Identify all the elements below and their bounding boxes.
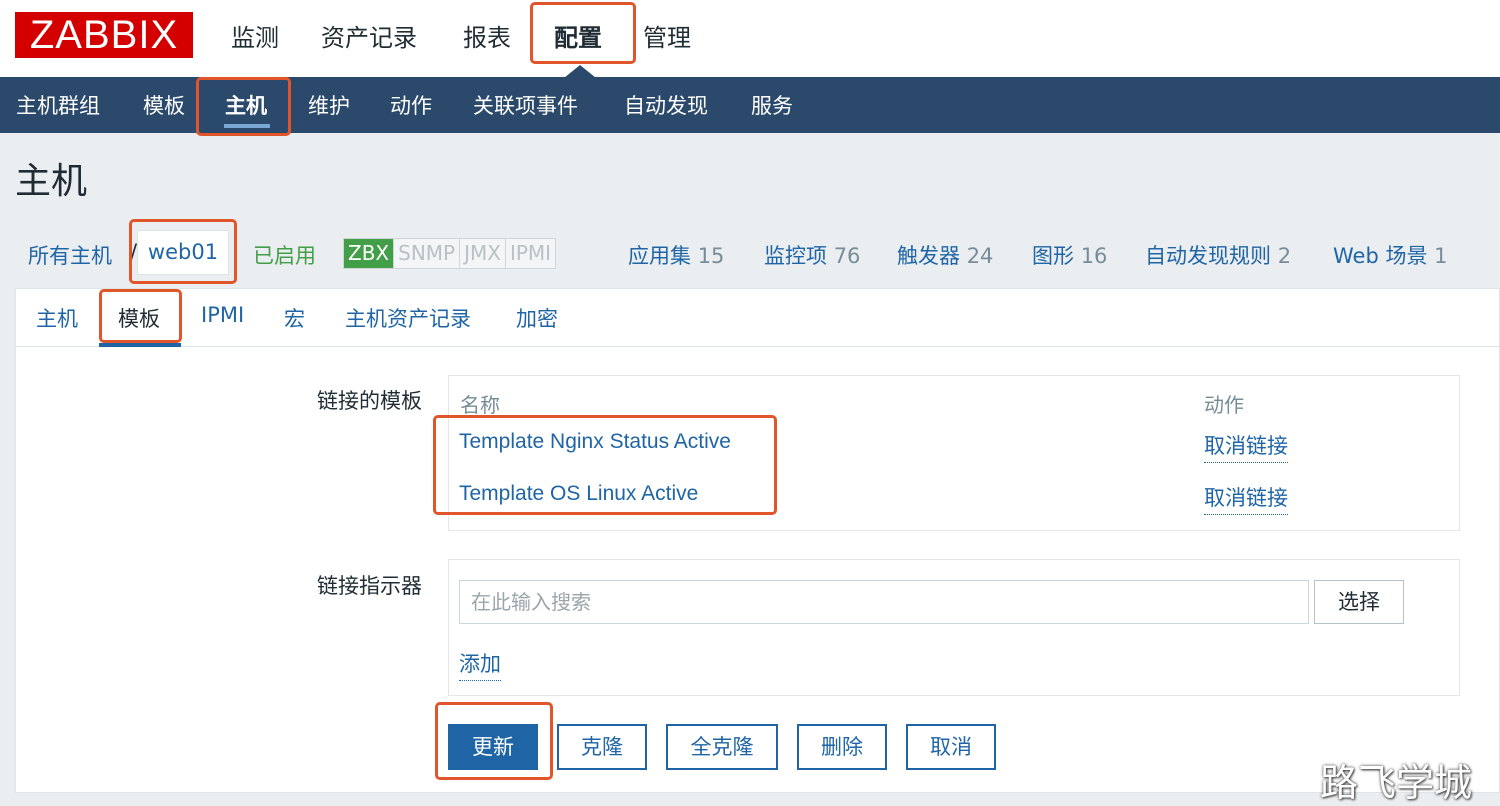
subnav-discovery[interactable]: 自动发现: [624, 90, 708, 120]
tab-ipmi[interactable]: IPMI: [201, 303, 244, 327]
template-link[interactable]: Template OS Linux Active: [459, 482, 698, 506]
page-title: 主机: [15, 161, 88, 202]
jmx-badge: JMX: [460, 239, 506, 268]
delete-button[interactable]: 删除: [797, 724, 887, 770]
zbx-badge: ZBX: [344, 239, 395, 268]
tab-templates[interactable]: 模板: [118, 303, 160, 333]
web-scenarios-link[interactable]: Web 场景 1: [1333, 240, 1448, 270]
applications-count: 15: [697, 244, 725, 268]
triggers-count: 24: [966, 244, 994, 268]
applications-link[interactable]: 应用集 15: [628, 240, 724, 270]
subnav-active-indicator: [224, 124, 270, 128]
graphs-count: 16: [1080, 244, 1108, 268]
zabbix-logo[interactable]: ZABBIX: [15, 12, 193, 58]
add-link[interactable]: 添加: [459, 648, 501, 681]
cancel-button[interactable]: 取消: [906, 724, 996, 770]
subnav-hosts[interactable]: 主机: [225, 90, 267, 120]
watermark: 路飞学城: [1320, 761, 1473, 805]
template-link[interactable]: Template Nginx Status Active: [459, 430, 731, 454]
subnav-templates[interactable]: 模板: [143, 90, 185, 120]
subnav-actions[interactable]: 动作: [390, 90, 432, 120]
subnav-event-correlation[interactable]: 关联项事件: [473, 90, 578, 120]
items-count: 76: [833, 244, 861, 268]
column-name-header: 名称: [460, 393, 500, 417]
full-clone-button[interactable]: 全克隆: [666, 724, 778, 770]
web-scenarios-count: 1: [1434, 244, 1448, 268]
unlink-button[interactable]: 取消链接: [1204, 482, 1288, 515]
menu-monitoring[interactable]: 监测: [231, 18, 279, 53]
template-search-input[interactable]: 在此输入搜索: [459, 580, 1309, 624]
ipmi-badge: IPMI: [505, 239, 556, 268]
items-link[interactable]: 监控项 76: [764, 240, 860, 270]
clone-button[interactable]: 克隆: [557, 724, 647, 770]
menu-administration[interactable]: 管理: [643, 18, 691, 53]
subnav-maintenance[interactable]: 维护: [308, 90, 350, 120]
unlink-button[interactable]: 取消链接: [1204, 430, 1288, 463]
menu-configuration[interactable]: 配置: [554, 18, 602, 53]
subnav-host-groups[interactable]: 主机群组: [16, 90, 100, 120]
update-button[interactable]: 更新: [448, 724, 538, 770]
all-hosts-link[interactable]: 所有主机: [28, 240, 112, 270]
tab-macros[interactable]: 宏: [284, 303, 305, 333]
top-bar: [0, 0, 1500, 77]
discovery-rules-link[interactable]: 自动发现规则 2: [1145, 240, 1291, 270]
link-new-templates-label: 链接指示器: [317, 574, 422, 598]
host-form-panel: [15, 288, 1500, 793]
column-action-header: 动作: [1204, 393, 1244, 417]
tab-encryption[interactable]: 加密: [516, 303, 558, 333]
discovery-rules-count: 2: [1277, 244, 1292, 268]
host-name-link[interactable]: web01: [137, 230, 229, 275]
tab-active-indicator: [99, 343, 181, 347]
linked-templates-label: 链接的模板: [317, 389, 422, 413]
menu-reports[interactable]: 报表: [463, 18, 511, 53]
snmp-badge: SNMP: [394, 239, 461, 268]
subnav-services[interactable]: 服务: [751, 90, 793, 120]
host-status[interactable]: 已启用: [253, 240, 316, 270]
graphs-link[interactable]: 图形 16: [1032, 240, 1107, 270]
availability-badges: ZBX SNMP JMX IPMI: [343, 238, 557, 269]
triggers-link[interactable]: 触发器 24: [897, 240, 993, 270]
tab-host[interactable]: 主机: [36, 303, 78, 333]
select-button[interactable]: 选择: [1314, 580, 1404, 624]
menu-inventory[interactable]: 资产记录: [321, 18, 417, 53]
tab-inventory[interactable]: 主机资产记录: [345, 303, 471, 333]
